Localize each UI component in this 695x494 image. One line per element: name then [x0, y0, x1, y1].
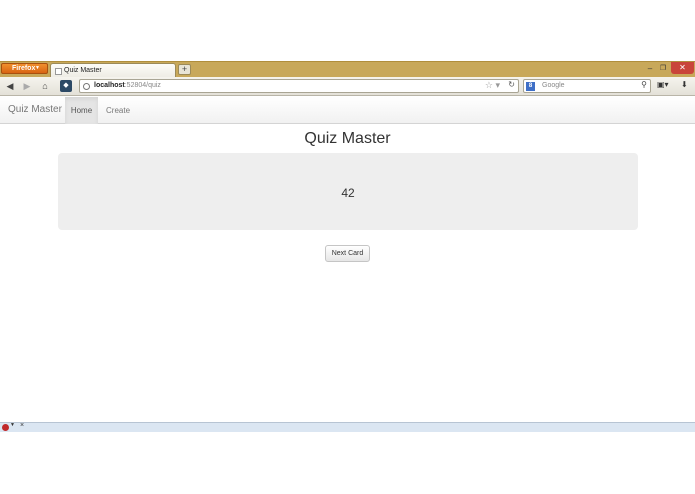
nav-item-home[interactable]: Home: [65, 97, 98, 124]
url-text: localhost:52804/quiz: [94, 82, 161, 89]
firefox-menu-label: Firefox: [12, 65, 36, 72]
nav-item-create[interactable]: Create: [106, 97, 130, 124]
bookmarks-menu-icon[interactable]: ▣▾: [657, 80, 669, 89]
close-window-button[interactable]: ✕: [671, 62, 694, 74]
chevron-down-icon: ▼: [35, 65, 40, 71]
bookmark-star-icon[interactable]: ☆ ▾: [485, 80, 500, 91]
maximize-button[interactable]: ❐: [658, 63, 668, 74]
home-icon[interactable]: ⌂: [39, 80, 51, 92]
chevron-down-icon[interactable]: ▼: [10, 422, 15, 428]
search-placeholder: Google: [542, 82, 565, 89]
screen-margin-bottom: [0, 432, 695, 494]
card-value: 42: [341, 186, 355, 200]
minimize-button[interactable]: –: [645, 63, 655, 74]
new-tab-button[interactable]: +: [178, 64, 191, 75]
browser-titlebar: Firefox ▼ Quiz Master + – ❐ ✕: [0, 61, 695, 79]
site-navbar: Quiz Master Home Create: [0, 97, 695, 124]
screen-margin-top: [0, 0, 695, 61]
tab-title: Quiz Master: [64, 67, 102, 74]
firefox-menu-button[interactable]: Firefox ▼: [1, 63, 48, 74]
search-engine-icon[interactable]: 8: [526, 82, 535, 91]
reload-icon[interactable]: ↻: [508, 80, 515, 89]
site-identity-icon[interactable]: [83, 83, 90, 90]
search-icon[interactable]: ⚲: [641, 80, 647, 89]
browser-toolbar: ◀ ▶ ⌂ ◆ localhost:52804/quiz ☆ ▾ ↻ 8 Goo…: [0, 77, 695, 96]
next-card-button[interactable]: Next Card: [325, 245, 370, 262]
adblock-icon[interactable]: [2, 424, 9, 431]
forward-arrow-icon[interactable]: ▶: [21, 80, 33, 92]
addon-icon[interactable]: ◆: [60, 80, 72, 92]
search-bar[interactable]: 8 Google ⚲: [523, 79, 651, 93]
download-icon[interactable]: ⬇: [681, 80, 688, 89]
quiz-card[interactable]: 42: [58, 153, 638, 230]
page-favicon-icon: [55, 68, 62, 75]
address-bar[interactable]: localhost:52804/quiz ☆ ▾ ↻: [79, 79, 519, 93]
addon-bar: ▼ ×: [0, 422, 695, 432]
back-arrow-icon[interactable]: ◀: [4, 80, 16, 92]
site-brand[interactable]: Quiz Master: [8, 104, 62, 115]
page-title: Quiz Master: [304, 130, 391, 147]
close-addon-bar-button[interactable]: ×: [20, 422, 24, 429]
